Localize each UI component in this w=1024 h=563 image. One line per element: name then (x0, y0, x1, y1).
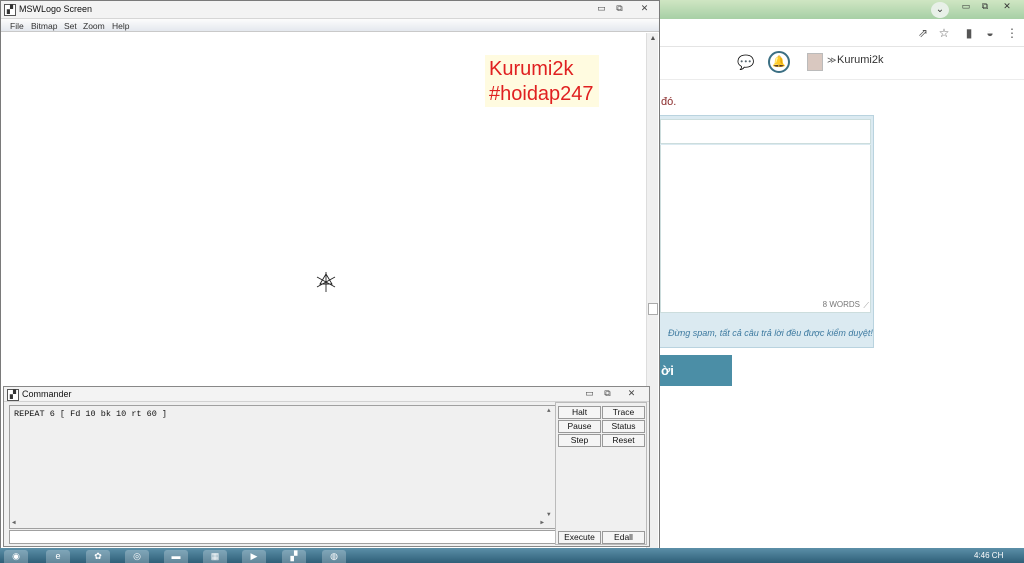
chevron-down-icon[interactable]: ≫ (827, 55, 836, 66)
watermark-line: Kurumi2k (489, 58, 574, 80)
profile-icon[interactable]: ◒ (982, 25, 998, 41)
site-username[interactable]: Kurumi2k (837, 54, 883, 66)
commander-title: Commander (22, 389, 72, 399)
commander-window: ▞ Commander ▭ ⧉ ✕ REPEAT 6 [ Fd 10 bk 10… (3, 386, 650, 547)
commander-titlebar[interactable]: ▞ Commander ▭ ⧉ ✕ (4, 387, 649, 402)
window-title: MSWLogo Screen (19, 4, 93, 14)
turtle-hexagon-drawing (316, 272, 336, 292)
clock: 4:46 CH (974, 551, 1004, 560)
spam-note: Đừng spam, tất cả câu trả lời đều được k… (668, 328, 873, 338)
scroll-left-icon[interactable]: ◀ (12, 519, 16, 526)
maximize-icon[interactable]: ⧉ (612, 3, 627, 15)
scroll-up-icon[interactable]: ▲ (547, 407, 551, 414)
submit-answer-button[interactable]: ời (659, 355, 732, 386)
edall-button[interactable]: Edall (602, 531, 645, 544)
answer-editor-panel: 8 WORDS ⟋ Đừng spam, tất cả câu trả lời … (659, 115, 874, 348)
browser-close-icon[interactable]: ✕ (997, 1, 1017, 12)
chat-icon[interactable]: 💬 (737, 54, 755, 70)
scroll-right-icon[interactable]: ▶ (540, 519, 544, 526)
menu-bitmap[interactable]: Bitmap (31, 21, 57, 31)
history-horizontal-scrollbar[interactable]: ◀ ▶ (10, 518, 546, 528)
answer-textarea[interactable]: 8 WORDS ⟋ (660, 145, 871, 313)
command-history[interactable]: REPEAT 6 [ Fd 10 bk 10 rt 60 ] ▲ ▼ ◀ ▶ (9, 405, 557, 529)
tab-search-chevron-icon[interactable]: ⌄ (931, 2, 949, 18)
step-button[interactable]: Step (558, 434, 601, 447)
browser-minimize-icon[interactable]: ▭ (956, 1, 976, 12)
commander-button-panel: Halt Trace Pause Status Step Reset Execu… (555, 402, 647, 545)
watermark: Kurumi2k #hoidap247 (485, 55, 599, 107)
menu-file[interactable]: File (10, 21, 24, 31)
drawing-canvas[interactable]: Kurumi2k #hoidap247 (5, 33, 646, 385)
minimize-icon[interactable]: ▭ (594, 3, 609, 15)
logo-menubar: File Bitmap Set Zoom Help (1, 19, 659, 32)
mswlogo-app-icon: ▞ (4, 4, 16, 16)
ie-icon[interactable]: e (46, 550, 70, 563)
menu-help[interactable]: Help (112, 21, 129, 31)
start-orb-icon[interactable]: ◉ (4, 550, 28, 563)
scrollbar-thumb[interactable] (648, 303, 658, 315)
trace-button[interactable]: Trace (602, 406, 645, 419)
commander-maximize-icon[interactable]: ⧉ (600, 388, 615, 400)
chrome-icon[interactable]: ◎ (125, 550, 149, 563)
commander-app-icon: ▞ (7, 389, 19, 401)
menu-set[interactable]: Set (64, 21, 77, 31)
logo-titlebar[interactable]: ▞ MSWLogo Screen ▭ ⧉ ✕ (1, 1, 659, 19)
folder-icon[interactable]: ▬ (164, 550, 188, 563)
execute-button[interactable]: Execute (558, 531, 601, 544)
scroll-down-icon[interactable]: ▼ (547, 511, 551, 518)
browser-menu-icon[interactable]: ⋮ (1004, 25, 1020, 41)
status-button[interactable]: Status (602, 420, 645, 433)
reset-button[interactable]: Reset (602, 434, 645, 447)
app-icon-grid[interactable]: ▦ (203, 550, 227, 563)
watermark-line: #hoidap247 (489, 83, 594, 105)
close-icon[interactable]: ✕ (637, 3, 652, 15)
editor-toolbar (660, 119, 871, 144)
avatar[interactable] (807, 53, 823, 71)
commander-close-icon[interactable]: ✕ (624, 388, 639, 400)
media-icon[interactable]: ▶ (242, 550, 266, 563)
taskbar: ◉ e ✿ ◎ ▬ ▦ ▶ ▞ ◍ 4:46 CH (0, 548, 1024, 563)
word-count: 8 WORDS (822, 300, 860, 309)
resize-grip-icon[interactable]: ⟋ (863, 301, 869, 311)
history-line: REPEAT 6 [ Fd 10 bk 10 rt 60 ] (14, 409, 168, 419)
notification-bell-icon[interactable]: 🔔 (768, 51, 790, 73)
halt-button[interactable]: Halt (558, 406, 601, 419)
bookmark-star-icon[interactable]: ☆ (936, 25, 952, 41)
browser-restore-icon[interactable]: ⧉ (975, 1, 995, 12)
mswlogo-taskbar-icon[interactable]: ▞ (282, 550, 306, 563)
pause-button[interactable]: Pause (558, 420, 601, 433)
share-icon[interactable]: ⇗ (915, 25, 931, 41)
scroll-up-icon[interactable]: ▲ (647, 33, 659, 45)
app-icon-round[interactable]: ◍ (322, 550, 346, 563)
app-icon-green[interactable]: ✿ (86, 550, 110, 563)
menu-zoom[interactable]: Zoom (83, 21, 105, 31)
side-panel-icon[interactable]: ▮ (961, 25, 977, 41)
command-input[interactable] (9, 530, 557, 544)
commander-minimize-icon[interactable]: ▭ (582, 388, 597, 400)
question-text: đó. (661, 96, 677, 108)
